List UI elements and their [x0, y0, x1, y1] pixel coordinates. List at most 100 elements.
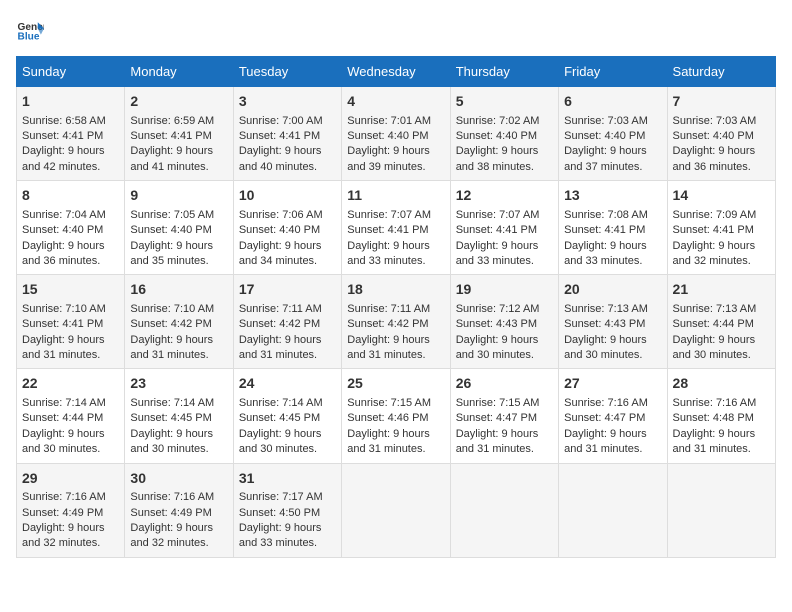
- day-number: 18: [347, 280, 444, 300]
- logo-icon: General Blue: [16, 16, 44, 44]
- sunset-info: Sunset: 4:41 PM: [239, 130, 320, 142]
- daylight-info: Daylight: 9 hours: [673, 334, 756, 346]
- calendar-cell-w4d5: 27Sunrise: 7:16 AMSunset: 4:47 PMDayligh…: [559, 369, 667, 463]
- calendar-cell-w3d2: 17Sunrise: 7:11 AMSunset: 4:42 PMDayligh…: [233, 275, 341, 369]
- calendar-cell-w4d1: 23Sunrise: 7:14 AMSunset: 4:45 PMDayligh…: [125, 369, 233, 463]
- day-number: 6: [564, 92, 661, 112]
- day-number: 30: [130, 469, 227, 489]
- sunset-info: Sunset: 4:41 PM: [22, 130, 103, 142]
- day-number: 28: [673, 374, 770, 394]
- daylight-minutes: and 41 minutes.: [130, 161, 208, 173]
- daylight-minutes: and 30 minutes.: [564, 349, 642, 361]
- daylight-info: Daylight: 9 hours: [456, 334, 539, 346]
- day-number: 4: [347, 92, 444, 112]
- calendar-cell-w1d0: 1Sunrise: 6:58 AMSunset: 4:41 PMDaylight…: [17, 87, 125, 181]
- daylight-info: Daylight: 9 hours: [673, 240, 756, 252]
- sunset-info: Sunset: 4:46 PM: [347, 412, 428, 424]
- sunset-info: Sunset: 4:42 PM: [130, 318, 211, 330]
- sunrise-info: Sunrise: 7:15 AM: [456, 397, 540, 409]
- sunset-info: Sunset: 4:40 PM: [673, 130, 754, 142]
- daylight-minutes: and 33 minutes.: [239, 537, 317, 549]
- calendar-cell-w3d3: 18Sunrise: 7:11 AMSunset: 4:42 PMDayligh…: [342, 275, 450, 369]
- sunset-info: Sunset: 4:50 PM: [239, 507, 320, 519]
- day-number: 20: [564, 280, 661, 300]
- sunrise-info: Sunrise: 7:13 AM: [564, 303, 648, 315]
- daylight-minutes: and 31 minutes.: [456, 443, 534, 455]
- day-number: 23: [130, 374, 227, 394]
- daylight-info: Daylight: 9 hours: [239, 522, 322, 534]
- daylight-info: Daylight: 9 hours: [239, 334, 322, 346]
- sunset-info: Sunset: 4:40 PM: [239, 224, 320, 236]
- daylight-info: Daylight: 9 hours: [347, 334, 430, 346]
- daylight-minutes: and 31 minutes.: [347, 443, 425, 455]
- sunset-info: Sunset: 4:43 PM: [456, 318, 537, 330]
- daylight-info: Daylight: 9 hours: [22, 334, 105, 346]
- sunrise-info: Sunrise: 7:08 AM: [564, 209, 648, 221]
- calendar-body: 1Sunrise: 6:58 AMSunset: 4:41 PMDaylight…: [17, 87, 776, 558]
- sunset-info: Sunset: 4:40 PM: [130, 224, 211, 236]
- daylight-info: Daylight: 9 hours: [347, 145, 430, 157]
- week-row-1: 1Sunrise: 6:58 AMSunset: 4:41 PMDaylight…: [17, 87, 776, 181]
- weekday-header-row: SundayMondayTuesdayWednesdayThursdayFrid…: [17, 57, 776, 87]
- sunrise-info: Sunrise: 7:09 AM: [673, 209, 757, 221]
- sunset-info: Sunset: 4:41 PM: [347, 224, 428, 236]
- weekday-header-tuesday: Tuesday: [233, 57, 341, 87]
- week-row-3: 15Sunrise: 7:10 AMSunset: 4:41 PMDayligh…: [17, 275, 776, 369]
- daylight-minutes: and 32 minutes.: [130, 537, 208, 549]
- day-number: 14: [673, 186, 770, 206]
- weekday-header-saturday: Saturday: [667, 57, 775, 87]
- daylight-info: Daylight: 9 hours: [564, 428, 647, 440]
- calendar-header: SundayMondayTuesdayWednesdayThursdayFrid…: [17, 57, 776, 87]
- sunrise-info: Sunrise: 7:16 AM: [130, 491, 214, 503]
- sunrise-info: Sunrise: 7:11 AM: [347, 303, 430, 315]
- calendar-cell-w4d0: 22Sunrise: 7:14 AMSunset: 4:44 PMDayligh…: [17, 369, 125, 463]
- daylight-minutes: and 31 minutes.: [22, 349, 100, 361]
- sunrise-info: Sunrise: 7:11 AM: [239, 303, 322, 315]
- sunrise-info: Sunrise: 7:07 AM: [347, 209, 431, 221]
- sunset-info: Sunset: 4:40 PM: [347, 130, 428, 142]
- sunrise-info: Sunrise: 7:16 AM: [22, 491, 106, 503]
- daylight-info: Daylight: 9 hours: [347, 428, 430, 440]
- sunset-info: Sunset: 4:44 PM: [22, 412, 103, 424]
- sunset-info: Sunset: 4:41 PM: [456, 224, 537, 236]
- daylight-info: Daylight: 9 hours: [564, 334, 647, 346]
- day-number: 25: [347, 374, 444, 394]
- sunrise-info: Sunrise: 7:14 AM: [22, 397, 106, 409]
- sunset-info: Sunset: 4:41 PM: [564, 224, 645, 236]
- daylight-minutes: and 30 minutes.: [239, 443, 317, 455]
- day-number: 24: [239, 374, 336, 394]
- week-row-5: 29Sunrise: 7:16 AMSunset: 4:49 PMDayligh…: [17, 463, 776, 557]
- daylight-minutes: and 38 minutes.: [456, 161, 534, 173]
- daylight-info: Daylight: 9 hours: [22, 522, 105, 534]
- day-number: 21: [673, 280, 770, 300]
- sunrise-info: Sunrise: 7:07 AM: [456, 209, 540, 221]
- day-number: 13: [564, 186, 661, 206]
- sunrise-info: Sunrise: 7:02 AM: [456, 115, 540, 127]
- day-number: 9: [130, 186, 227, 206]
- calendar-table: SundayMondayTuesdayWednesdayThursdayFrid…: [16, 56, 776, 558]
- calendar-cell-w2d5: 13Sunrise: 7:08 AMSunset: 4:41 PMDayligh…: [559, 181, 667, 275]
- sunset-info: Sunset: 4:44 PM: [673, 318, 754, 330]
- daylight-minutes: and 31 minutes.: [130, 349, 208, 361]
- calendar-cell-w5d3: [342, 463, 450, 557]
- day-number: 27: [564, 374, 661, 394]
- day-number: 2: [130, 92, 227, 112]
- sunrise-info: Sunrise: 7:14 AM: [130, 397, 214, 409]
- daylight-info: Daylight: 9 hours: [239, 145, 322, 157]
- sunset-info: Sunset: 4:45 PM: [130, 412, 211, 424]
- calendar-cell-w5d4: [450, 463, 558, 557]
- daylight-info: Daylight: 9 hours: [22, 240, 105, 252]
- calendar-cell-w3d4: 19Sunrise: 7:12 AMSunset: 4:43 PMDayligh…: [450, 275, 558, 369]
- calendar-cell-w1d4: 5Sunrise: 7:02 AMSunset: 4:40 PMDaylight…: [450, 87, 558, 181]
- day-number: 8: [22, 186, 119, 206]
- day-number: 19: [456, 280, 553, 300]
- daylight-info: Daylight: 9 hours: [673, 428, 756, 440]
- daylight-minutes: and 30 minutes.: [22, 443, 100, 455]
- calendar-cell-w2d6: 14Sunrise: 7:09 AMSunset: 4:41 PMDayligh…: [667, 181, 775, 275]
- sunrise-info: Sunrise: 7:14 AM: [239, 397, 323, 409]
- calendar-cell-w1d2: 3Sunrise: 7:00 AMSunset: 4:41 PMDaylight…: [233, 87, 341, 181]
- calendar-cell-w1d5: 6Sunrise: 7:03 AMSunset: 4:40 PMDaylight…: [559, 87, 667, 181]
- daylight-info: Daylight: 9 hours: [673, 145, 756, 157]
- sunset-info: Sunset: 4:40 PM: [22, 224, 103, 236]
- sunrise-info: Sunrise: 7:06 AM: [239, 209, 323, 221]
